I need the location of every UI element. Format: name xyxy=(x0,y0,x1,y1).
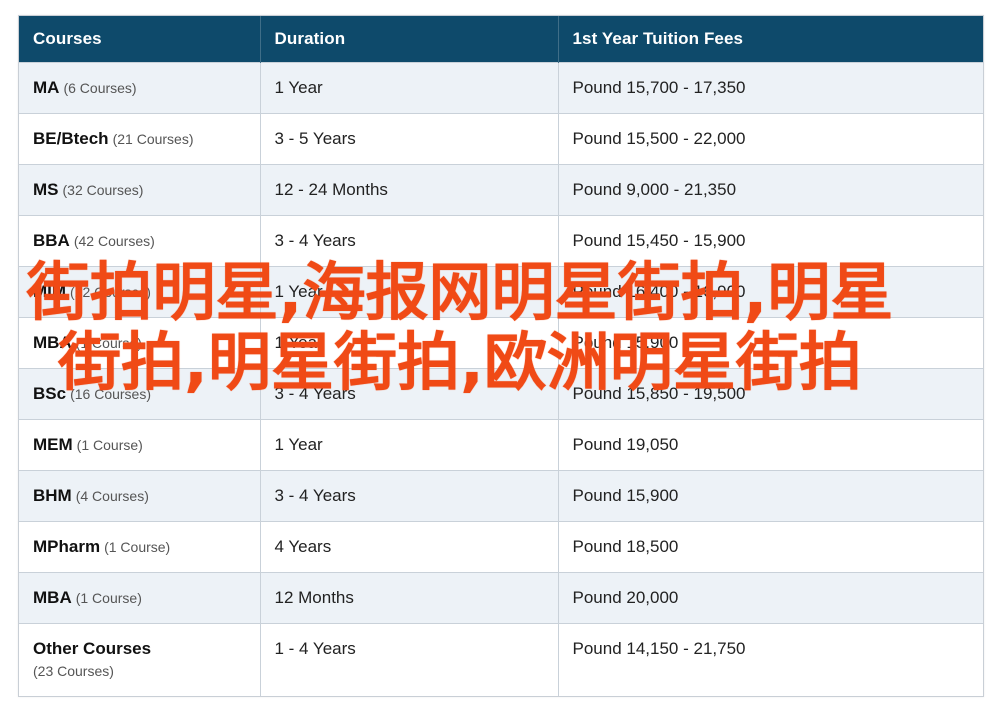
table-row: MA (6 Courses) 1 Year Pound 15,700 - 17,350 xyxy=(19,62,983,114)
course-count: (42 Courses) xyxy=(73,233,155,249)
course-cell: BHM (4 Courses) xyxy=(19,470,261,522)
table-row: BE/Btech (21 Courses) 3 - 5 Years Pound 15,… xyxy=(19,113,983,165)
table-row: Other Courses (23 Courses) 1 - 4 Years Poun… xyxy=(19,623,983,696)
table-row: MEM (1 Course) 1 Year Pound 19,050 xyxy=(19,419,983,471)
duration-cell: 1 Year xyxy=(260,419,559,471)
duration-cell: 1 - 4 Years xyxy=(260,623,559,696)
course-name[interactable]: MEM xyxy=(33,435,73,454)
fees-cell: Pound 20,000 xyxy=(558,572,983,624)
duration-cell: 12 Months xyxy=(260,572,559,624)
fees-cell: Pound 14,150 - 21,750 xyxy=(558,623,983,696)
table-header-row: Courses Duration 1st Year Tuition Fees xyxy=(19,16,983,63)
course-cell: BE/Btech (21 Courses) xyxy=(19,113,261,165)
watermark-text: 街拍明星,海报网明星街拍,明星街拍,明星街拍,欧洲明星街拍 xyxy=(26,256,894,399)
table-row: MS (32 Courses) 12 - 24 Months Pound 9,000 … xyxy=(19,164,983,216)
header-tuition-fees: 1st Year Tuition Fees xyxy=(558,16,983,63)
fees-cell: Pound 19,050 xyxy=(558,419,983,471)
course-name[interactable]: Other Courses xyxy=(33,639,151,658)
course-cell: MS (32 Courses) xyxy=(19,164,261,216)
fees-cell: Pound 9,000 - 21,350 xyxy=(558,164,983,216)
table-row: MPharm (1 Course) 4 Years Pound 18,500 xyxy=(19,521,983,573)
course-cell: Other Courses (23 Courses) xyxy=(19,623,261,696)
course-name[interactable]: BHM xyxy=(33,486,72,505)
table-row: MBA (1 Course) 12 Months Pound 20,000 xyxy=(19,572,983,624)
course-count: (6 Courses) xyxy=(63,80,137,96)
course-count: (32 Courses) xyxy=(62,182,144,198)
course-count: (1 Course) xyxy=(76,437,143,453)
header-duration: Duration xyxy=(260,16,559,63)
duration-cell: 3 - 5 Years xyxy=(260,113,559,165)
header-courses: Courses xyxy=(19,16,261,63)
fees-cell: Pound 18,500 xyxy=(558,521,983,573)
fees-cell: Pound 15,700 - 17,350 xyxy=(558,62,983,114)
course-cell: MBA (1 Course) xyxy=(19,572,261,624)
course-name[interactable]: BE/Btech xyxy=(33,129,109,148)
course-count: (1 Course) xyxy=(104,539,171,555)
course-cell: MA (6 Courses) xyxy=(19,62,261,114)
course-cell: MPharm (1 Course) xyxy=(19,521,261,573)
duration-cell: 1 Year xyxy=(260,62,559,114)
duration-cell: 4 Years xyxy=(260,521,559,573)
course-name[interactable]: MBA xyxy=(33,588,72,607)
course-name[interactable]: MA xyxy=(33,78,59,97)
duration-cell: 3 - 4 Years xyxy=(260,470,559,522)
course-name[interactable]: MPharm xyxy=(33,537,100,556)
course-cell: MEM (1 Course) xyxy=(19,419,261,471)
course-count: (23 Courses) xyxy=(33,663,114,679)
table-row: BHM (4 Courses) 3 - 4 Years Pound 15,900 xyxy=(19,470,983,522)
fees-cell: Pound 15,900 xyxy=(558,470,983,522)
course-count: (1 Course) xyxy=(75,590,142,606)
course-name[interactable]: BBA xyxy=(33,231,70,250)
course-count: (4 Courses) xyxy=(75,488,149,504)
fees-cell: Pound 15,500 - 22,000 xyxy=(558,113,983,165)
course-name[interactable]: MS xyxy=(33,180,59,199)
duration-cell: 12 - 24 Months xyxy=(260,164,559,216)
course-count: (21 Courses) xyxy=(112,131,194,147)
